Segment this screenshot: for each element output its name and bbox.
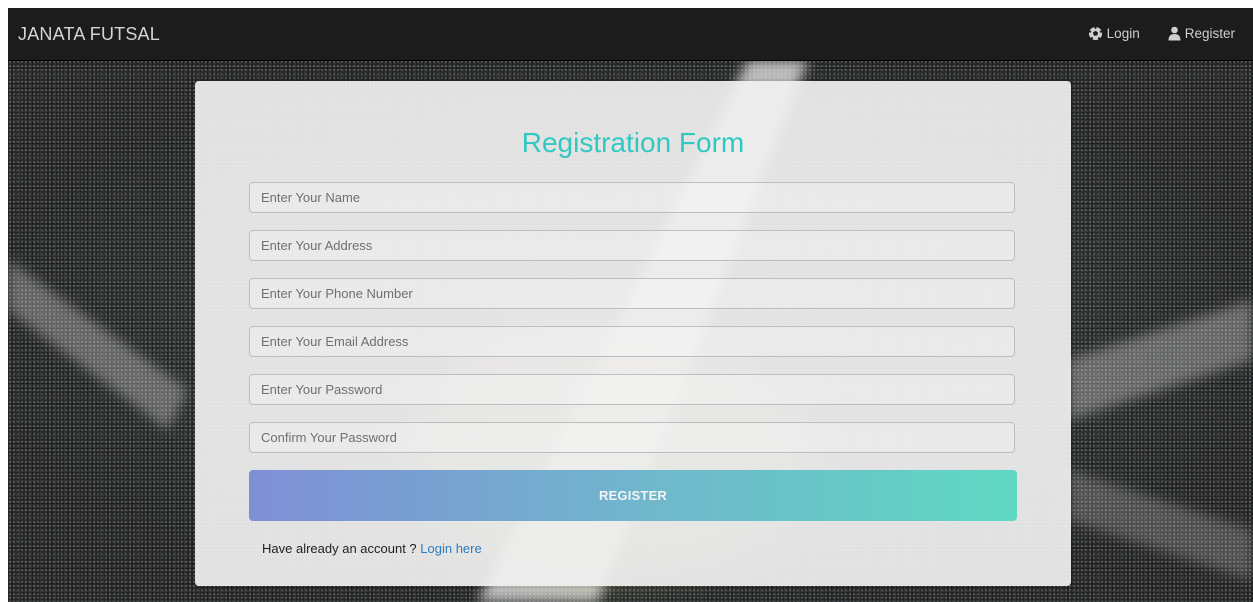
user-icon [1168, 26, 1181, 41]
login-prompt-text: Have already an account ? [262, 541, 421, 556]
name-input[interactable] [249, 182, 1015, 213]
login-here-link[interactable]: Login here [420, 541, 481, 556]
brand-logo[interactable]: JANATA FUTSAL [18, 24, 160, 45]
register-button[interactable]: REGISTER [249, 470, 1017, 521]
nav-login-label: Login [1106, 26, 1140, 41]
soccer-ball-icon [1088, 26, 1103, 41]
registration-card: Registration Form REGISTER Have already … [195, 81, 1071, 586]
password-input[interactable] [249, 374, 1015, 405]
navbar: JANATA FUTSAL Login Register [8, 8, 1253, 61]
nav-links: Login Register [1088, 26, 1235, 41]
login-prompt: Have already an account ? Login here [262, 541, 482, 556]
nav-login-link[interactable]: Login [1088, 26, 1140, 41]
app-frame: JANATA FUTSAL Login Register Registratio… [8, 8, 1253, 602]
confirm-password-input[interactable] [249, 422, 1015, 453]
nav-register-label: Register [1184, 26, 1235, 41]
email-input[interactable] [249, 326, 1015, 357]
phone-input[interactable] [249, 278, 1015, 309]
nav-register-link[interactable]: Register [1168, 26, 1235, 41]
form-title: Registration Form [521, 127, 745, 158]
address-input[interactable] [249, 230, 1015, 261]
